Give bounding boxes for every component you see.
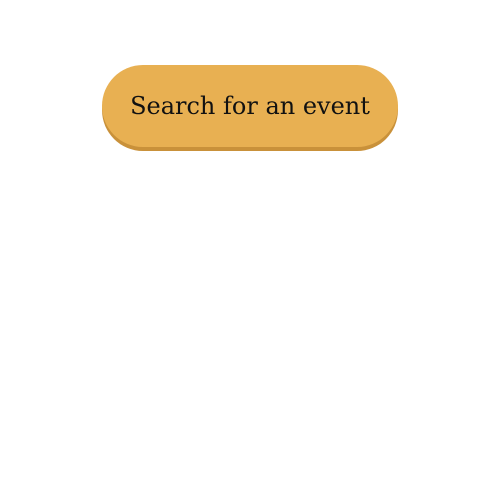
page: Search for an event (0, 0, 500, 500)
search-event-button[interactable]: Search for an event (102, 65, 398, 147)
